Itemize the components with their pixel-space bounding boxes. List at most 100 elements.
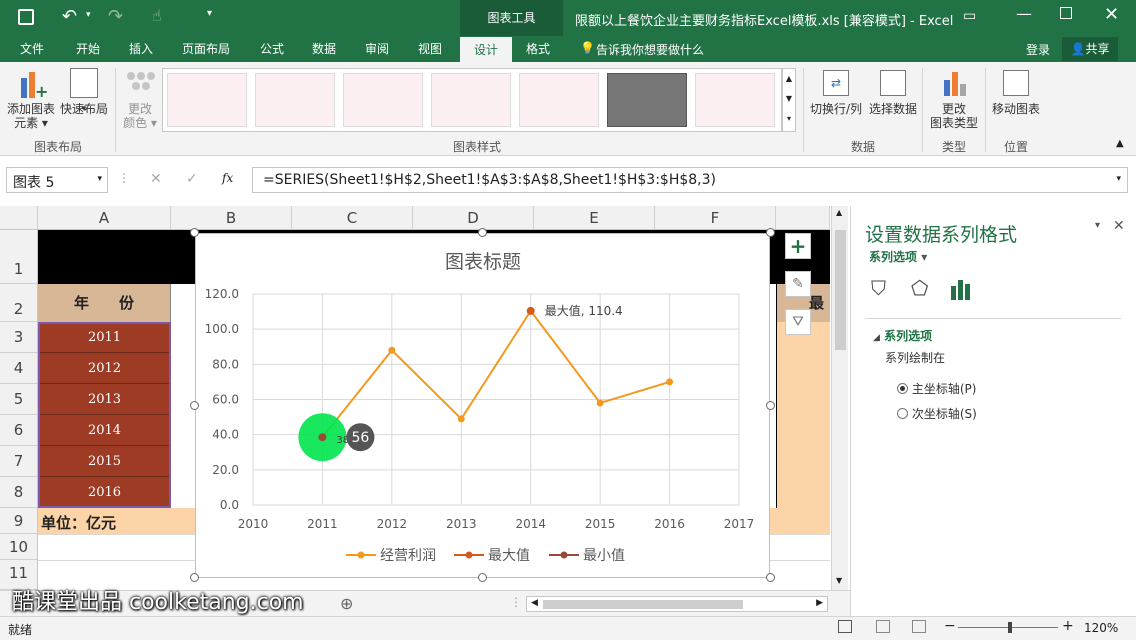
select-data-button[interactable]: 选择数据 — [866, 66, 920, 136]
page-break-view-icon[interactable] — [912, 620, 926, 633]
column-header-f[interactable]: F — [655, 206, 776, 230]
row-header-2[interactable]: 2 — [0, 284, 38, 322]
save-icon[interactable] — [18, 9, 34, 25]
resize-handle-tm[interactable] — [478, 228, 487, 237]
style-thumb-1[interactable] — [167, 73, 247, 127]
row-header-9[interactable]: 9 — [0, 508, 38, 534]
chart-styles-gallery[interactable] — [162, 68, 782, 132]
touch-mode-icon[interactable]: ☝ — [152, 6, 162, 25]
select-all-corner[interactable] — [0, 206, 38, 230]
row-header-6[interactable]: 6 — [0, 415, 38, 446]
undo-icon[interactable]: ↶ — [62, 6, 77, 27]
page-layout-view-icon[interactable] — [876, 620, 890, 633]
zoom-level[interactable]: 120% — [1084, 621, 1118, 635]
x-tick-label: 2012 — [377, 517, 408, 531]
add-sheet-icon[interactable]: ⊕ — [340, 594, 353, 613]
tab-review[interactable]: 审阅 — [353, 36, 401, 62]
sheet-vertical-scrollbar[interactable]: ▲ ▼ — [831, 206, 848, 590]
row-header-7[interactable]: 7 — [0, 446, 38, 477]
resize-handle-br[interactable] — [766, 573, 775, 582]
column-header-e[interactable]: E — [534, 206, 655, 230]
qat-customize-icon[interactable]: ▾ — [207, 8, 212, 19]
column-header-c[interactable]: C — [292, 206, 413, 230]
change-chart-type-button[interactable]: 更改 图表类型 — [925, 66, 983, 136]
chart-styles-brush-button[interactable]: ✎ — [785, 271, 811, 297]
resize-handle-tr[interactable] — [766, 228, 775, 237]
switch-row-column-button[interactable]: ⇄ 切换行/列 — [806, 66, 866, 136]
close-icon[interactable]: ✕ — [1104, 4, 1119, 25]
style-thumb-4[interactable] — [431, 73, 511, 127]
style-thumb-2[interactable] — [255, 73, 335, 127]
change-colors-button[interactable]: 更改 颜色 ▾ — [118, 66, 162, 136]
resize-handle-mr[interactable] — [766, 401, 775, 410]
add-chart-element-button[interactable]: + 添加图表 元素 ▾ — [4, 66, 58, 136]
style-thumb-5[interactable] — [519, 73, 599, 127]
pane-options-icon[interactable]: ▾ — [1095, 220, 1100, 231]
login-link[interactable]: 登录 — [1026, 41, 1050, 58]
move-chart-button[interactable]: 移动图表 — [988, 66, 1044, 136]
effects-icon[interactable]: ⬠ — [911, 276, 928, 300]
resize-handle-bl[interactable] — [190, 573, 199, 582]
tab-insert[interactable]: 插入 — [117, 36, 165, 62]
tab-format[interactable]: 格式 — [514, 36, 562, 62]
cancel-icon[interactable]: ✕ — [150, 171, 162, 187]
sheet-tab-grip-icon[interactable]: ⋮ — [510, 595, 522, 609]
column-header-a[interactable]: A — [38, 206, 171, 230]
style-thumb-3[interactable] — [343, 73, 423, 127]
quick-layout-button[interactable]: 快速布局 ▾ — [58, 66, 110, 136]
enter-icon[interactable]: ✓ — [186, 171, 198, 187]
row-header-10[interactable]: 10 — [0, 534, 38, 560]
column-header-d[interactable]: D — [413, 206, 534, 230]
maximize-icon[interactable] — [1060, 7, 1072, 19]
tab-view[interactable]: 视图 — [406, 36, 454, 62]
formula-input[interactable]: =SERIES(Sheet1!$H$2,Sheet1!$A$3:$A$8,She… — [252, 167, 1128, 193]
tab-formulas[interactable]: 公式 — [248, 36, 296, 62]
row-header-1[interactable]: 1 — [0, 230, 38, 284]
tab-page-layout[interactable]: 页面布局 — [174, 36, 238, 62]
zoom-in-icon[interactable]: + — [1062, 618, 1074, 634]
row-header-5[interactable]: 5 — [0, 384, 38, 415]
row-header-3[interactable]: 3 — [0, 322, 38, 353]
gallery-scroll[interactable]: ▲ ▼ ▾ — [782, 68, 796, 132]
fill-line-icon[interactable]: ⛉ — [871, 276, 886, 300]
style-thumb-7[interactable] — [695, 73, 775, 127]
series-options-icon[interactable] — [951, 278, 973, 300]
style-thumb-6[interactable] — [607, 73, 687, 127]
year-header-cell[interactable]: 年 份 — [38, 284, 171, 322]
chart-elements-button[interactable]: + — [785, 233, 811, 259]
horizontal-scrollbar[interactable]: ◀ ▶ — [526, 596, 828, 612]
tab-file[interactable]: 文件 — [8, 36, 56, 62]
secondary-axis-radio[interactable]: 次坐标轴(S) — [897, 405, 977, 422]
undo-dropdown-icon[interactable]: ▾ — [86, 10, 91, 20]
series-options-section[interactable]: ◢ 系列选项 — [873, 327, 932, 344]
zoom-out-icon[interactable]: − — [944, 618, 956, 634]
tab-home[interactable]: 开始 — [64, 36, 112, 62]
series-options-dropdown[interactable]: 系列选项 ▾ — [869, 248, 927, 265]
ribbon-display-icon[interactable]: ▭ — [963, 8, 976, 24]
chart-filter-button[interactable]: ⛛ — [785, 309, 811, 335]
unit-cell[interactable]: 单位：亿元 — [41, 512, 116, 533]
chart-object[interactable]: 图表标题 0.0 20.0 40.0 60.0 80.0 100.0 120.0 2010 201… — [195, 233, 770, 578]
resize-handle-tl[interactable] — [190, 228, 199, 237]
column-header-g[interactable] — [776, 206, 830, 230]
pane-close-icon[interactable]: ✕ — [1113, 218, 1125, 234]
resize-handle-ml[interactable] — [190, 401, 199, 410]
collapse-ribbon-icon[interactable]: ▲ — [1116, 138, 1124, 149]
tab-data[interactable]: 数据 — [300, 36, 348, 62]
primary-axis-radio[interactable]: 主坐标轴(P) — [897, 380, 976, 397]
minimize-icon[interactable]: — — [1016, 4, 1032, 23]
scroll-down-icon[interactable]: ▼ — [836, 576, 842, 585]
row-header-4[interactable]: 4 — [0, 353, 38, 384]
normal-view-icon[interactable] — [838, 620, 852, 633]
share-button[interactable]: 👤共享 — [1062, 37, 1118, 61]
tab-design[interactable]: 设计 — [460, 37, 512, 63]
zoom-slider[interactable] — [958, 622, 1058, 633]
resize-handle-bm[interactable] — [478, 573, 487, 582]
column-header-b[interactable]: B — [171, 206, 292, 230]
tell-me-input[interactable]: 告诉我你想要做什么 — [596, 41, 704, 58]
name-box[interactable]: 图表 5 ▾ — [6, 167, 108, 193]
row-header-8[interactable]: 8 — [0, 477, 38, 508]
insert-function-icon[interactable]: fx — [222, 171, 233, 185]
redo-icon[interactable]: ↷ — [108, 6, 123, 27]
scroll-up-icon[interactable]: ▲ — [836, 208, 842, 217]
